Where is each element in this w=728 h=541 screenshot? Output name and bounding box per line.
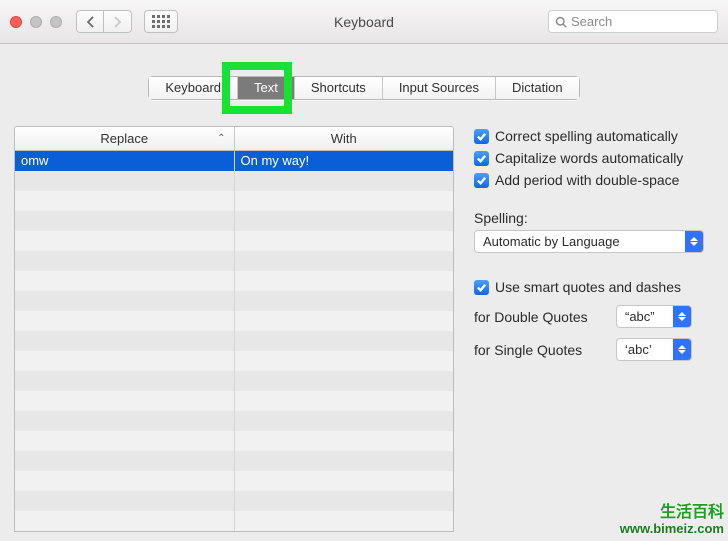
back-button[interactable] <box>76 10 104 33</box>
column-replace-label: Replace <box>100 131 148 146</box>
table-header: Replace ⌃ With <box>15 127 453 151</box>
table-row[interactable] <box>15 211 453 231</box>
double-quotes-row: for Double Quotes “abc” <box>474 305 714 328</box>
capitalize-label: Capitalize words automatically <box>495 150 683 166</box>
table-row[interactable] <box>15 331 453 351</box>
check-icon <box>476 131 487 142</box>
nav-buttons <box>76 10 132 33</box>
double-quotes-value: “abc” <box>625 309 655 324</box>
check-icon <box>476 175 487 186</box>
tab-text[interactable]: Text <box>238 77 295 99</box>
updown-arrows-icon <box>673 339 691 360</box>
table-row[interactable] <box>15 371 453 391</box>
smart-quotes-checkbox[interactable] <box>474 280 489 295</box>
chevron-left-icon <box>86 16 95 28</box>
correct-spelling-row: Correct spelling automatically <box>474 128 714 144</box>
show-all-button[interactable] <box>144 10 178 33</box>
table-row[interactable] <box>15 251 453 271</box>
capitalize-row: Capitalize words automatically <box>474 150 714 166</box>
pref-tabs: Keyboard Text Shortcuts Input Sources Di… <box>148 76 579 100</box>
options-panel: Correct spelling automatically Capitaliz… <box>474 126 714 532</box>
updown-arrows-icon <box>673 306 691 327</box>
forward-button[interactable] <box>104 10 132 33</box>
tab-dictation[interactable]: Dictation <box>496 77 579 99</box>
tab-input-sources[interactable]: Input Sources <box>383 77 496 99</box>
spelling-select[interactable]: Automatic by Language <box>474 230 704 253</box>
content-area: Replace ⌃ With omw On my way! <box>0 100 728 532</box>
column-with[interactable]: With <box>235 127 454 150</box>
search-icon <box>555 16 567 28</box>
close-window-button[interactable] <box>10 16 22 28</box>
zoom-window-button[interactable] <box>50 16 62 28</box>
single-quotes-label: for Single Quotes <box>474 342 606 358</box>
table-row[interactable] <box>15 351 453 371</box>
cell-replace[interactable]: omw <box>15 151 235 171</box>
single-quotes-value: ‘abc’ <box>625 342 652 357</box>
add-period-checkbox[interactable] <box>474 173 489 188</box>
table-row[interactable] <box>15 471 453 491</box>
sort-indicator-icon: ⌃ <box>217 133 225 144</box>
table-row[interactable] <box>15 231 453 251</box>
table-row[interactable] <box>15 391 453 411</box>
add-period-label: Add period with double-space <box>495 172 679 188</box>
table-row[interactable] <box>15 291 453 311</box>
column-replace[interactable]: Replace ⌃ <box>15 127 235 150</box>
table-row[interactable] <box>15 271 453 291</box>
double-quotes-select[interactable]: “abc” <box>616 305 692 328</box>
search-placeholder: Search <box>571 14 612 29</box>
table-row[interactable] <box>15 311 453 331</box>
spelling-label: Spelling: <box>474 210 714 226</box>
single-quotes-select[interactable]: ‘abc’ <box>616 338 692 361</box>
capitalize-checkbox[interactable] <box>474 151 489 166</box>
cell-with[interactable]: On my way! <box>235 151 454 171</box>
table-row[interactable] <box>15 491 453 511</box>
table-row[interactable] <box>15 191 453 211</box>
tab-keyboard[interactable]: Keyboard <box>149 77 238 99</box>
double-quotes-label: for Double Quotes <box>474 309 606 325</box>
table-row[interactable] <box>15 171 453 191</box>
minimize-window-button[interactable] <box>30 16 42 28</box>
table-row[interactable] <box>15 451 453 471</box>
smart-quotes-row: Use smart quotes and dashes <box>474 279 714 295</box>
smart-quotes-label: Use smart quotes and dashes <box>495 279 681 295</box>
add-period-row: Add period with double-space <box>474 172 714 188</box>
table-row[interactable] <box>15 511 453 531</box>
check-icon <box>476 153 487 164</box>
table-row[interactable] <box>15 411 453 431</box>
check-icon <box>476 282 487 293</box>
spelling-value: Automatic by Language <box>483 234 620 249</box>
table-body[interactable]: omw On my way! <box>15 151 453 531</box>
tab-shortcuts[interactable]: Shortcuts <box>295 77 383 99</box>
titlebar: Keyboard Search <box>0 0 728 44</box>
chevron-right-icon <box>113 16 122 28</box>
search-field[interactable]: Search <box>548 10 718 33</box>
table-row[interactable]: omw On my way! <box>15 151 453 171</box>
column-with-label: With <box>331 131 357 146</box>
correct-spelling-label: Correct spelling automatically <box>495 128 678 144</box>
window-controls <box>10 16 62 28</box>
updown-arrows-icon <box>685 231 703 252</box>
table-row[interactable] <box>15 431 453 451</box>
grid-icon <box>152 15 170 28</box>
single-quotes-row: for Single Quotes ‘abc’ <box>474 338 714 361</box>
text-replacement-table: Replace ⌃ With omw On my way! <box>14 126 454 532</box>
correct-spelling-checkbox[interactable] <box>474 129 489 144</box>
tabs-container: Keyboard Text Shortcuts Input Sources Di… <box>0 76 728 100</box>
